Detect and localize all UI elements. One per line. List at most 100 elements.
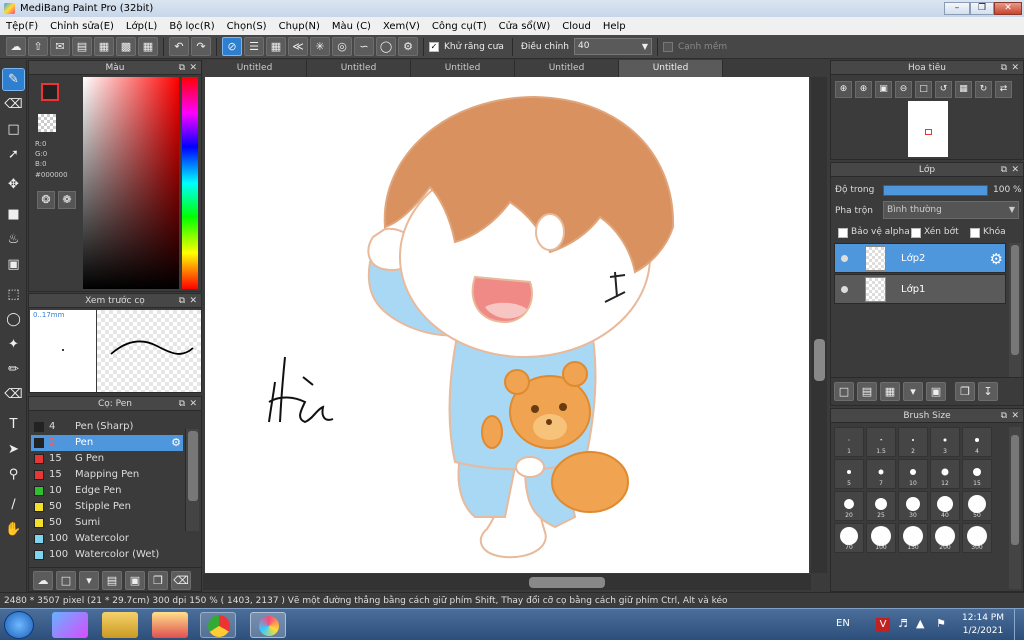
menu-cloud[interactable]: Cloud: [556, 21, 597, 32]
eraser-tool-icon[interactable]: ⌫: [3, 94, 24, 115]
layer-row[interactable]: Lớp1: [834, 274, 1006, 304]
cloud-icon[interactable]: ☁: [6, 37, 26, 56]
panel-icon[interactable]: ▩: [116, 37, 136, 56]
brush-settings-icon[interactable]: ▤: [102, 571, 122, 590]
hue-slider[interactable]: [182, 77, 198, 289]
show-desktop-button[interactable]: [1014, 609, 1024, 640]
select-rect-tool-icon[interactable]: ⬚: [3, 284, 24, 305]
saturation-value-picker[interactable]: [83, 77, 179, 289]
medibang-taskbar-button[interactable]: [250, 612, 286, 638]
magic-wand-tool-icon[interactable]: ✦: [3, 334, 24, 355]
brush-list-item[interactable]: 10 Edge Pen: [31, 483, 183, 499]
adjust-dropdown[interactable]: 40 ▼: [573, 38, 652, 55]
brush-size-option[interactable]: 7: [866, 459, 896, 489]
brush-folder-icon[interactable]: ▣: [125, 571, 145, 590]
palette-icon[interactable]: ❂: [37, 191, 55, 209]
brush-settings-gear-icon[interactable]: ⚙: [171, 435, 181, 451]
bucket-tool-icon[interactable]: ♨: [3, 229, 24, 250]
speech-bubble-icon[interactable]: ▤: [72, 37, 92, 56]
ellipse-snap-icon[interactable]: ◯: [376, 37, 396, 56]
panel-close-icon[interactable]: ✕: [1011, 163, 1019, 177]
brush-size-option[interactable]: 3: [930, 427, 960, 457]
drawing-canvas[interactable]: Hà: [205, 77, 809, 573]
dropper-tool-icon[interactable]: ⚲: [3, 464, 24, 485]
brush-list-scrollbar[interactable]: [185, 429, 199, 531]
parallel-snap-icon[interactable]: ☰: [244, 37, 264, 56]
brush-size-option[interactable]: 1.5: [866, 427, 896, 457]
brush-list-item[interactable]: 100 Watercolor (Wet): [31, 547, 183, 563]
brush-size-option[interactable]: 12: [930, 459, 960, 489]
popout-icon[interactable]: ⧉: [1001, 409, 1007, 423]
brush-list-item[interactable]: 50 Stipple Pen: [31, 499, 183, 515]
brush-size-scrollbar[interactable]: [1009, 427, 1021, 589]
layer-row-selected[interactable]: Lớp2 ⚙: [834, 243, 1006, 273]
fit-window-icon[interactable]: ▦: [955, 81, 972, 98]
protect-alpha-checkbox[interactable]: [838, 228, 848, 238]
blend-mode-dropdown[interactable]: Bình thường ▼: [883, 201, 1019, 219]
undo-icon[interactable]: ↶: [169, 37, 189, 56]
zoom-in-alt-icon[interactable]: ⊕: [855, 81, 872, 98]
brush-size-option[interactable]: 4: [962, 427, 992, 457]
line-tool-icon[interactable]: ➚: [3, 144, 24, 165]
flag-icon[interactable]: ⚑: [936, 617, 946, 630]
lasso-tool-icon[interactable]: ◯: [3, 309, 24, 330]
brush-size-option[interactable]: 30: [898, 491, 928, 521]
text-tool-icon[interactable]: T: [3, 414, 24, 435]
canvas-vertical-scrollbar[interactable]: [811, 77, 827, 573]
panel-close-icon[interactable]: ✕: [189, 61, 197, 75]
gradient-tool-icon[interactable]: ▣: [3, 254, 24, 275]
select-pen-tool-icon[interactable]: ✏: [3, 359, 24, 380]
rotate-right-icon[interactable]: ↻: [975, 81, 992, 98]
brush-list-item[interactable]: 15 G Pen: [31, 451, 183, 467]
menu-filter[interactable]: Bộ lọc(R): [163, 21, 220, 32]
popout-icon[interactable]: ⧉: [179, 397, 185, 411]
popout-icon[interactable]: ⧉: [1001, 61, 1007, 75]
page-icon[interactable]: ▦: [94, 37, 114, 56]
foreground-color-swatch[interactable]: [41, 83, 59, 101]
menu-layer[interactable]: Lớp(L): [120, 21, 163, 32]
menu-file[interactable]: Tệp(F): [0, 21, 44, 32]
antialias-checkbox[interactable]: ✓: [429, 41, 439, 52]
navigator-viewport[interactable]: [925, 129, 932, 135]
snap-settings-icon[interactable]: ⚙: [398, 37, 418, 56]
brush-size-option[interactable]: 20: [834, 491, 864, 521]
brush-size-option[interactable]: 10: [898, 459, 928, 489]
file-explorer-icon[interactable]: [102, 612, 138, 638]
brush-size-option[interactable]: 150: [898, 523, 928, 553]
panel-close-icon[interactable]: ✕: [189, 294, 197, 308]
language-indicator[interactable]: EN: [836, 618, 850, 629]
menu-snap[interactable]: Chụp(N): [273, 21, 326, 32]
brush-list-item[interactable]: 4 Pen (Sharp): [31, 419, 183, 435]
brush-size-option[interactable]: 25: [866, 491, 896, 521]
document-tab-active[interactable]: Untitled: [619, 60, 723, 77]
flip-icon[interactable]: ⇄: [995, 81, 1012, 98]
document-tab[interactable]: Untitled: [515, 60, 619, 77]
layer-list-scroll-thumb[interactable]: [1011, 245, 1019, 355]
panel-close-icon[interactable]: ✕: [1011, 61, 1019, 75]
transparent-color-swatch[interactable]: [38, 114, 56, 132]
brush-list-item[interactable]: 15 Mapping Pen: [31, 467, 183, 483]
brush-size-option[interactable]: 5: [834, 459, 864, 489]
grid-icon[interactable]: ▦: [138, 37, 158, 56]
panel-close-icon[interactable]: ✕: [189, 397, 197, 411]
new-halftone-layer-icon[interactable]: ▤: [857, 382, 877, 401]
menu-select[interactable]: Chọn(S): [221, 21, 273, 32]
delete-brush-icon[interactable]: ⌫: [171, 571, 191, 590]
popout-icon[interactable]: ⧉: [179, 61, 185, 75]
palette-settings-icon[interactable]: ❁: [58, 191, 76, 209]
maximize-button[interactable]: ❐: [970, 2, 994, 15]
new-layer-icon[interactable]: □: [834, 382, 854, 401]
canvas-horizontal-scrollbar[interactable]: [203, 574, 811, 590]
fit-screen-icon[interactable]: ▣: [875, 81, 892, 98]
add-layer-menu-icon[interactable]: ▾: [903, 382, 923, 401]
brush-tool-icon[interactable]: ✎: [2, 68, 25, 91]
menu-window[interactable]: Cửa sổ(W): [493, 21, 557, 32]
zoom-out-icon[interactable]: ⊖: [895, 81, 912, 98]
document-tab[interactable]: Untitled: [411, 60, 515, 77]
start-button-icon[interactable]: [4, 611, 34, 639]
lock-checkbox[interactable]: [970, 228, 980, 238]
document-tab[interactable]: Untitled: [307, 60, 411, 77]
upload-icon[interactable]: ⇧: [28, 37, 48, 56]
move-tool-icon[interactable]: ✥: [3, 174, 24, 195]
popout-icon[interactable]: ⧉: [1001, 163, 1007, 177]
